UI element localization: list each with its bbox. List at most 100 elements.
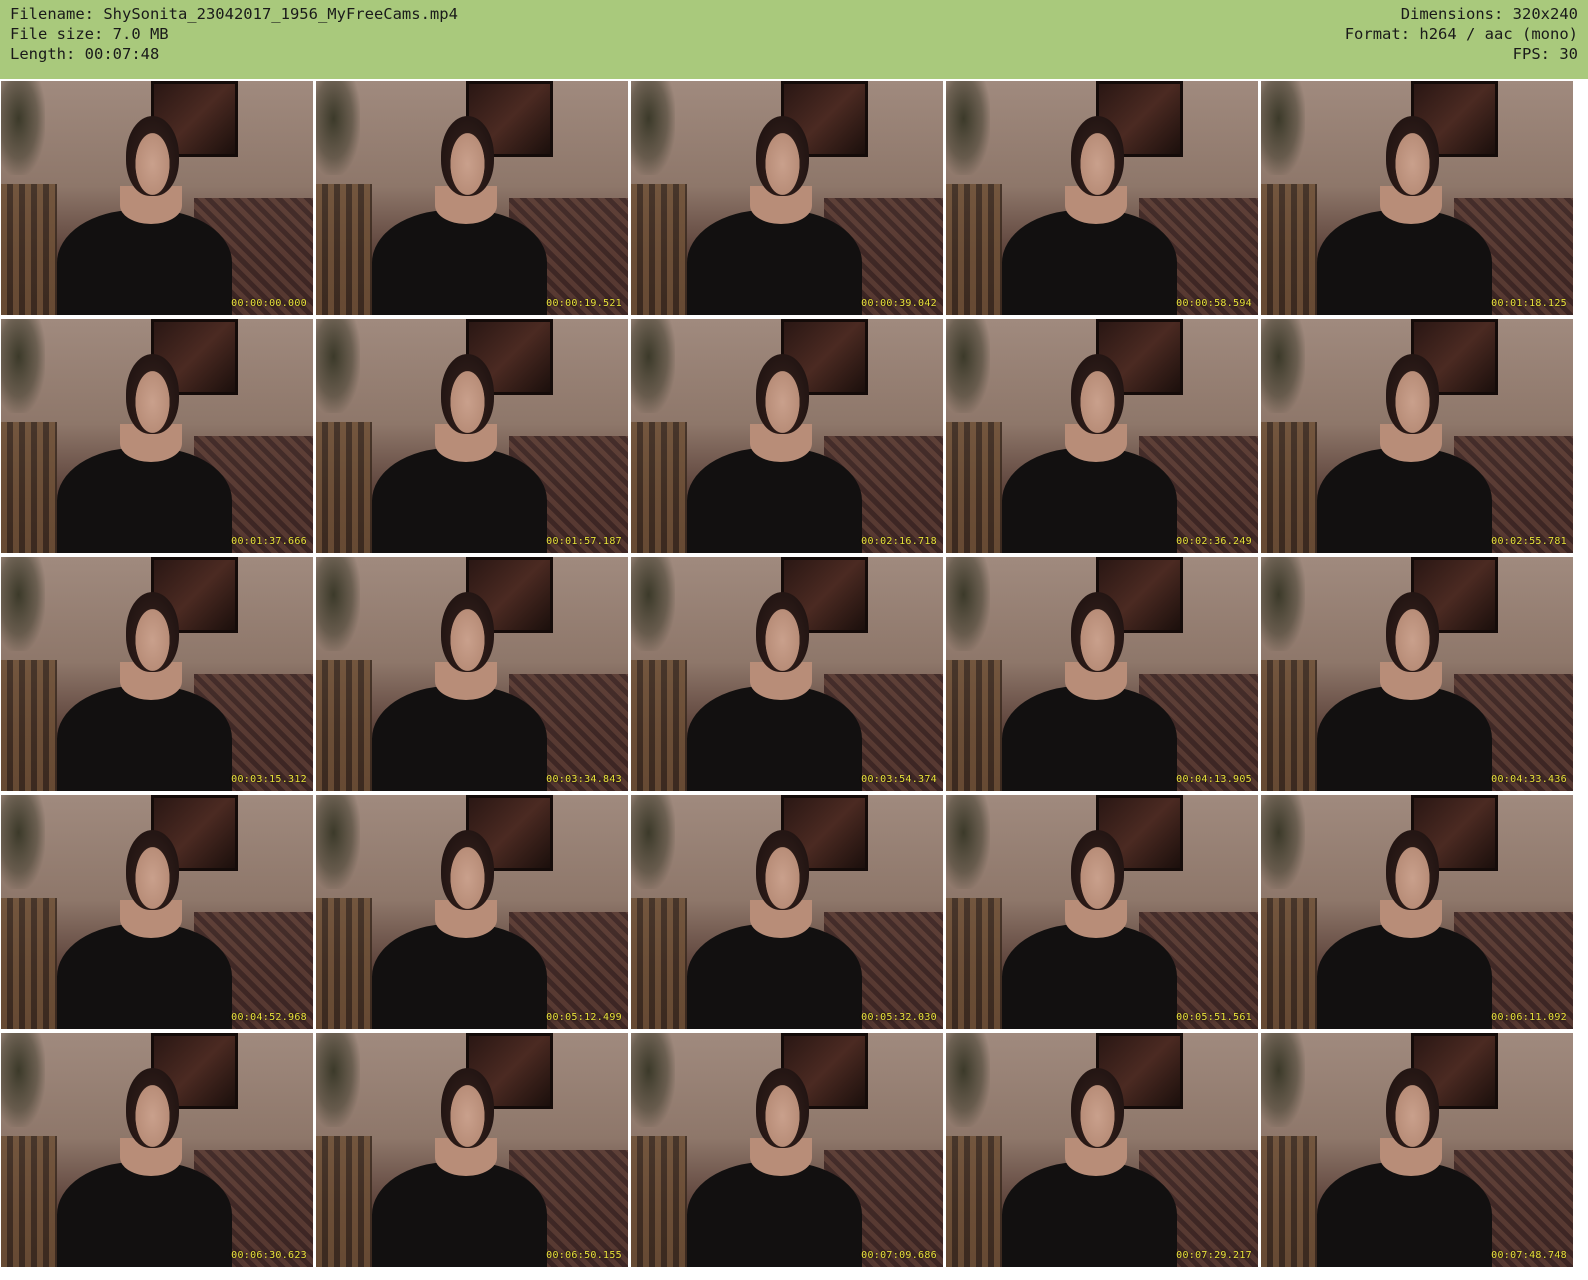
scene-head xyxy=(1070,354,1124,434)
thumbnail-frame[interactable]: 00:06:50.155 xyxy=(316,1033,628,1267)
thumbnail-frame[interactable]: 00:06:11.092 xyxy=(1261,795,1573,1029)
thumbnail-frame[interactable]: 00:02:55.781 xyxy=(1261,319,1573,553)
scene-shelf xyxy=(946,659,1003,791)
scene-head xyxy=(755,830,809,910)
scene-body xyxy=(687,447,862,553)
filename-text: Filename: ShySonita_23042017_1956_MyFree… xyxy=(10,5,458,23)
scene-plant xyxy=(316,319,360,413)
scene-head xyxy=(755,354,809,434)
scene-body xyxy=(372,447,547,553)
thumbnail-frame[interactable]: 00:03:34.843 xyxy=(316,557,628,791)
scene-body xyxy=(57,1161,232,1267)
scene-body xyxy=(687,923,862,1029)
scene-plant xyxy=(1,81,45,175)
scene-shelf xyxy=(316,659,373,791)
timestamp-label: 00:03:15.312 xyxy=(231,774,307,785)
scene-head xyxy=(1385,830,1439,910)
timestamp-label: 00:04:52.968 xyxy=(231,1012,307,1023)
thumbnail-frame[interactable]: 00:03:15.312 xyxy=(1,557,313,791)
scene-plant xyxy=(946,795,990,889)
thumbnail-frame[interactable]: 00:05:51.561 xyxy=(946,795,1258,1029)
scene-head xyxy=(755,116,809,196)
scene-head xyxy=(440,1068,494,1148)
scene-head xyxy=(440,592,494,672)
timestamp-label: 00:06:11.092 xyxy=(1491,1012,1567,1023)
scene-body xyxy=(1002,209,1177,315)
thumbnail-frame[interactable]: 00:04:33.436 xyxy=(1261,557,1573,791)
scene-body xyxy=(1317,685,1492,791)
scene-plant xyxy=(946,557,990,651)
timestamp-label: 00:07:29.217 xyxy=(1176,1250,1252,1261)
thumbnail-frame[interactable]: 00:02:16.718 xyxy=(631,319,943,553)
thumbnail-frame[interactable]: 00:01:18.125 xyxy=(1261,81,1573,315)
scene-plant xyxy=(316,795,360,889)
thumbnail-frame[interactable]: 00:00:19.521 xyxy=(316,81,628,315)
thumbnail-frame[interactable]: 00:04:52.968 xyxy=(1,795,313,1029)
thumbnail-frame[interactable]: 00:05:32.030 xyxy=(631,795,943,1029)
scene-body xyxy=(687,1161,862,1267)
scene-body xyxy=(687,209,862,315)
timestamp-label: 00:02:55.781 xyxy=(1491,536,1567,547)
timestamp-label: 00:07:48.748 xyxy=(1491,1250,1567,1261)
scene-shelf xyxy=(946,421,1003,553)
thumbnail-frame[interactable]: 00:00:39.042 xyxy=(631,81,943,315)
timestamp-label: 00:02:36.249 xyxy=(1176,536,1252,547)
scene-body xyxy=(372,1161,547,1267)
scene-shelf xyxy=(1,421,58,553)
thumbnail-frame[interactable]: 00:01:57.187 xyxy=(316,319,628,553)
scene-shelf xyxy=(1,183,58,315)
scene-plant xyxy=(631,319,675,413)
scene-head xyxy=(125,116,179,196)
thumbnail-frame[interactable]: 00:02:36.249 xyxy=(946,319,1258,553)
scene-head xyxy=(1385,592,1439,672)
scene-body xyxy=(687,685,862,791)
timestamp-label: 00:05:32.030 xyxy=(861,1012,937,1023)
scene-head xyxy=(1070,830,1124,910)
thumbnail-frame[interactable]: 00:06:30.623 xyxy=(1,1033,313,1267)
thumbnail-frame[interactable]: 00:03:54.374 xyxy=(631,557,943,791)
scene-plant xyxy=(1261,795,1305,889)
timestamp-label: 00:05:12.499 xyxy=(546,1012,622,1023)
scene-plant xyxy=(946,81,990,175)
scene-body xyxy=(372,209,547,315)
timestamp-label: 00:04:33.436 xyxy=(1491,774,1567,785)
scene-plant xyxy=(631,557,675,651)
thumbnail-frame[interactable]: 00:01:37.666 xyxy=(1,319,313,553)
thumbnail-frame[interactable]: 00:00:58.594 xyxy=(946,81,1258,315)
scene-plant xyxy=(631,81,675,175)
scene-shelf xyxy=(946,183,1003,315)
scene-shelf xyxy=(316,897,373,1029)
scene-shelf xyxy=(316,421,373,553)
thumbnail-grid: 00:00:00.000 00:00:19.521 00:00:39.042 00:0… xyxy=(1,81,1573,1267)
scene-shelf xyxy=(1261,421,1318,553)
scene-plant xyxy=(1261,319,1305,413)
thumbnail-frame[interactable]: 00:07:29.217 xyxy=(946,1033,1258,1267)
thumbnail-frame[interactable]: 00:05:12.499 xyxy=(316,795,628,1029)
scene-head xyxy=(125,592,179,672)
scene-shelf xyxy=(631,183,688,315)
timestamp-label: 00:06:30.623 xyxy=(231,1250,307,1261)
scene-body xyxy=(372,685,547,791)
timestamp-label: 00:06:50.155 xyxy=(546,1250,622,1261)
timestamp-label: 00:00:19.521 xyxy=(546,298,622,309)
scene-shelf xyxy=(316,183,373,315)
scene-plant xyxy=(1,319,45,413)
timestamp-label: 00:00:00.000 xyxy=(231,298,307,309)
metadata-right: Dimensions: 320x240 Format: h264 / aac (… xyxy=(1345,4,1578,64)
timestamp-label: 00:01:37.666 xyxy=(231,536,307,547)
scene-body xyxy=(1317,209,1492,315)
thumbnail-frame[interactable]: 00:00:00.000 xyxy=(1,81,313,315)
dimensions-text: Dimensions: 320x240 xyxy=(1400,5,1578,23)
scene-shelf xyxy=(1261,183,1318,315)
fps-text: FPS: 30 xyxy=(1512,45,1578,63)
scene-head xyxy=(125,354,179,434)
scene-plant xyxy=(631,1033,675,1127)
scene-head xyxy=(440,830,494,910)
thumbnail-frame[interactable]: 00:07:48.748 xyxy=(1261,1033,1573,1267)
thumbnail-frame[interactable]: 00:07:09.686 xyxy=(631,1033,943,1267)
timestamp-label: 00:05:51.561 xyxy=(1176,1012,1252,1023)
scene-body xyxy=(57,447,232,553)
scene-shelf xyxy=(1261,1135,1318,1267)
thumbnail-frame[interactable]: 00:04:13.905 xyxy=(946,557,1258,791)
scene-shelf xyxy=(1261,659,1318,791)
